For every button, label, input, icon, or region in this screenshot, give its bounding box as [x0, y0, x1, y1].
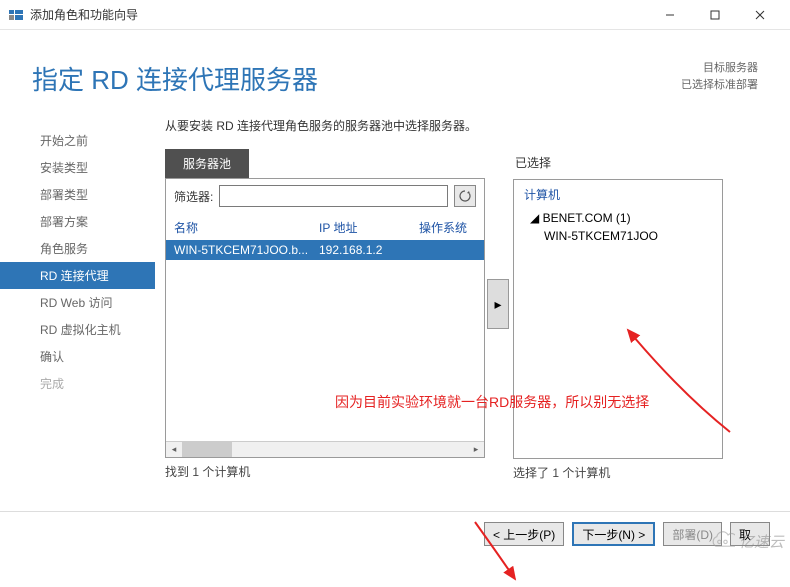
- server-pool-panel: 筛选器: 名称 IP 地址 操作系统: [165, 178, 485, 458]
- col-ip[interactable]: IP 地址: [319, 219, 419, 236]
- page-title: 指定 RD 连接代理服务器: [32, 60, 318, 97]
- selected-panel: 计算机 ◢ BENET.COM (1) WIN-5TKCEM71JOO: [513, 179, 723, 459]
- table-row[interactable]: WIN-5TKCEM71JOO.b... 192.168.1.2: [166, 240, 484, 260]
- sidebar-item-rd-broker[interactable]: RD 连接代理: [0, 262, 155, 289]
- cell-os: [419, 243, 476, 257]
- sidebar-item-role-service[interactable]: 角色服务: [0, 235, 155, 262]
- col-name[interactable]: 名称: [174, 219, 319, 236]
- sidebar-item-deploy-type[interactable]: 部署类型: [0, 181, 155, 208]
- app-icon: [8, 7, 24, 23]
- cell-name: WIN-5TKCEM71JOO.b...: [174, 243, 319, 257]
- wizard-button-bar: < 上一步(P) 下一步(N) > 部署(D) 取: [0, 511, 790, 558]
- target-info: 目标服务器 已选择标准部署: [681, 60, 758, 93]
- server-pool-tab: 服务器池: [165, 149, 249, 178]
- annotation-text: 因为目前实验环境就一台RD服务器，所以别无选择: [335, 392, 649, 412]
- tree-arrow-icon: ◢: [530, 211, 539, 225]
- wizard-sidebar: 开始之前 安装类型 部署类型 部署方案 角色服务 RD 连接代理 RD Web …: [0, 117, 155, 511]
- scroll-thumb[interactable]: [182, 442, 232, 457]
- found-count-text: 找到 1 个计算机: [165, 463, 485, 480]
- refresh-icon: [459, 190, 471, 202]
- tree-domain-node[interactable]: ◢ BENET.COM (1): [530, 209, 712, 227]
- sidebar-item-confirm[interactable]: 确认: [0, 343, 155, 370]
- previous-button[interactable]: < 上一步(P): [484, 522, 564, 546]
- selected-count-text: 选择了 1 个计算机: [513, 464, 723, 481]
- next-button[interactable]: 下一步(N) >: [572, 522, 655, 546]
- add-server-button[interactable]: ▸: [487, 279, 509, 329]
- watermark: 亿速云: [709, 530, 784, 552]
- scroll-left-icon[interactable]: ◂: [166, 442, 182, 457]
- minimize-button[interactable]: [647, 0, 692, 29]
- tree-domain-label: BENET.COM (1): [543, 211, 631, 225]
- instruction-text: 从要安装 RD 连接代理角色服务的服务器池中选择服务器。: [165, 117, 770, 134]
- col-os[interactable]: 操作系统: [419, 219, 476, 236]
- window-title: 添加角色和功能向导: [30, 6, 647, 23]
- close-button[interactable]: [737, 0, 782, 29]
- table-header: 名称 IP 地址 操作系统: [166, 213, 484, 240]
- arrow-right-icon: ▸: [494, 296, 501, 313]
- sidebar-item-deploy-plan[interactable]: 部署方案: [0, 208, 155, 235]
- filter-input[interactable]: [219, 185, 448, 207]
- filter-label: 筛选器:: [174, 188, 213, 205]
- sidebar-item-rd-virt[interactable]: RD 虚拟化主机: [0, 316, 155, 343]
- selected-tree-header: 计算机: [524, 186, 712, 203]
- maximize-button[interactable]: [692, 0, 737, 29]
- cloud-icon: [709, 530, 735, 552]
- sidebar-item-done: 完成: [0, 370, 155, 397]
- watermark-text: 亿速云: [739, 531, 784, 552]
- target-label: 目标服务器: [681, 60, 758, 77]
- horizontal-scrollbar[interactable]: ◂ ▸: [166, 441, 484, 457]
- selected-panel-label: 已选择: [513, 149, 723, 179]
- tree-host-node[interactable]: WIN-5TKCEM71JOO: [544, 227, 712, 245]
- window-titlebar: 添加角色和功能向导: [0, 0, 790, 30]
- sidebar-item-install-type[interactable]: 安装类型: [0, 154, 155, 181]
- target-value: 已选择标准部署: [681, 77, 758, 94]
- filter-refresh-button[interactable]: [454, 185, 476, 207]
- sidebar-item-rd-web[interactable]: RD Web 访问: [0, 289, 155, 316]
- cell-ip: 192.168.1.2: [319, 243, 419, 257]
- wizard-header: 指定 RD 连接代理服务器 目标服务器 已选择标准部署: [0, 30, 790, 107]
- scroll-right-icon[interactable]: ▸: [468, 442, 484, 457]
- sidebar-item-before-you-begin[interactable]: 开始之前: [0, 127, 155, 154]
